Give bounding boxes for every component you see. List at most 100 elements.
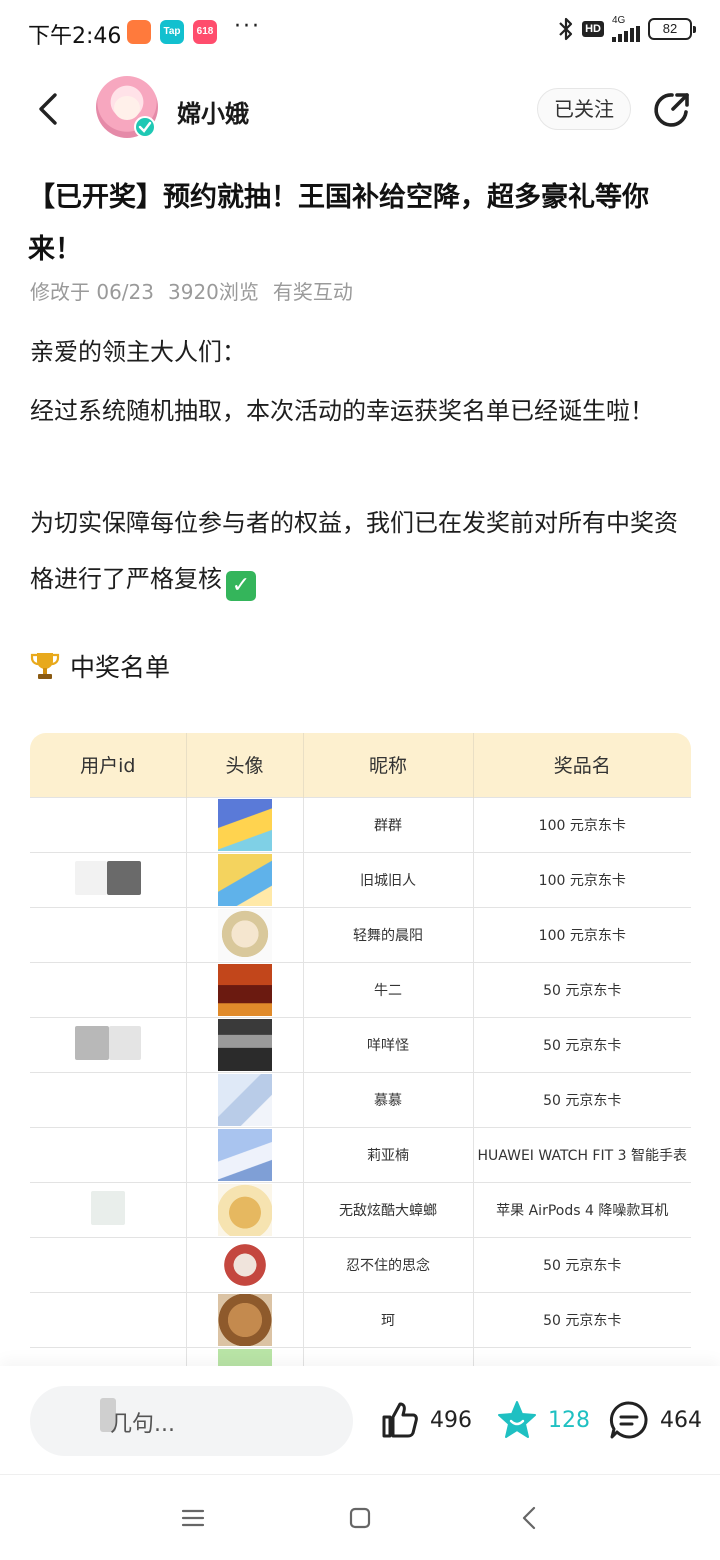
favorite-count: 128 — [548, 1407, 590, 1433]
table-row: 忍不住的思念 50 元京东卡 — [30, 1236, 691, 1292]
chevron-left-icon — [522, 1506, 536, 1530]
nickname-cell: 群群 — [303, 796, 474, 852]
star-icon — [498, 1401, 536, 1438]
table-row: 咩咩怪 50 元京东卡 — [30, 1016, 691, 1072]
nickname-cell: 旧城旧人 — [303, 851, 474, 907]
table-row: 轻舞的晨阳 100 元京东卡 — [30, 906, 691, 962]
thumbs-up-icon — [382, 1402, 418, 1438]
table-row: 莉亚楠 HUAWEI WATCH FIT 3 智能手表 — [30, 1126, 691, 1182]
tap-icon: Tap — [160, 20, 184, 44]
winner-avatar — [217, 908, 272, 961]
winner-avatar — [217, 963, 272, 1016]
recent-apps-button[interactable] — [178, 1503, 208, 1533]
post-header: 嫦小娥 已关注 — [0, 64, 720, 154]
battery-icon: 82 — [648, 18, 696, 40]
avatar-cell — [186, 1236, 304, 1292]
user-id-cell — [30, 906, 187, 962]
announcement-text: 经过系统随机抽取，本次活动的幸运获奖名单已经诞生啦！ — [30, 397, 654, 425]
winners-heading: 中奖名单 — [30, 648, 170, 684]
home-button[interactable] — [345, 1503, 375, 1533]
nickname-cell: 莉亚楠 — [303, 1126, 474, 1182]
comment-input[interactable]: 几句... — [30, 1386, 353, 1456]
nickname-cell: 忍不住的思念 — [303, 1236, 474, 1292]
header-avatar: 头像 — [186, 733, 304, 797]
like-button[interactable]: 496 — [380, 1396, 472, 1444]
nickname-cell: 轻舞的晨阳 — [303, 906, 474, 962]
menu-icon — [181, 1509, 205, 1527]
comment-count: 464 — [660, 1407, 702, 1433]
share-icon — [654, 93, 689, 127]
game-618-icon: 618 — [193, 20, 217, 44]
comment-icon — [609, 1401, 648, 1439]
modified-date: 修改于 06/23 — [30, 280, 154, 304]
hd-badge: HD — [582, 21, 604, 37]
table-row: 牛二 50 元京东卡 — [30, 961, 691, 1017]
winner-avatar — [217, 1073, 272, 1126]
post-tag[interactable]: 有奖互动 — [273, 276, 353, 305]
avatar-cell — [186, 1181, 304, 1237]
favorite-button[interactable]: 128 — [496, 1396, 590, 1444]
bluetooth-icon — [559, 17, 573, 41]
prize-cell: 苹果 AirPods 4 降噪款耳机 — [473, 1181, 691, 1237]
user-id-cell — [30, 1236, 187, 1292]
winners-heading-label: 中奖名单 — [70, 653, 171, 682]
author-name[interactable]: 嫦小娥 — [177, 94, 249, 129]
winner-avatar — [217, 1293, 272, 1346]
winner-avatar — [217, 1128, 272, 1181]
table-row: 珂 50 元京东卡 — [30, 1291, 691, 1347]
prize-cell: 100 元京东卡 — [473, 906, 691, 962]
check-mark-icon: ✓ — [226, 571, 256, 601]
prize-cell: 50 元京东卡 — [473, 961, 691, 1017]
post-meta: 修改于 06/23 3920浏览 有奖互动 — [30, 276, 353, 305]
user-id-cell — [30, 1181, 187, 1237]
chevron-left-icon — [39, 93, 57, 125]
user-id-cell — [30, 851, 187, 907]
user-id-cell — [30, 961, 187, 1017]
review-text-body: 为切实保障每位参与者的权益，我们已在发奖前对所有中奖资格进行了严格复核 — [30, 509, 678, 593]
winner-avatar — [217, 798, 272, 851]
prize-cell: 50 元京东卡 — [473, 1071, 691, 1127]
user-id-cell — [30, 796, 187, 852]
taobao-icon — [127, 20, 151, 44]
back-button[interactable] — [28, 86, 68, 132]
user-id-cell — [30, 1126, 187, 1182]
greeting-text: 亲爱的领主大人们： — [30, 338, 246, 366]
system-back-button[interactable] — [514, 1503, 544, 1533]
header-prize: 奖品名 — [473, 733, 691, 797]
follow-button[interactable]: 已关注 — [537, 88, 631, 130]
table-header-row: 用户id 头像 昵称 奖品名 — [30, 733, 691, 797]
view-count: 3920浏览 — [168, 280, 259, 304]
user-id-cell — [30, 1291, 187, 1347]
like-count: 496 — [430, 1407, 472, 1433]
user-id-cell — [30, 1016, 187, 1072]
prize-cell: HUAWEI WATCH FIT 3 智能手表 — [473, 1126, 691, 1182]
post-detail-page: 下午2:46 Tap 618 ··· HD 4G 82 嫦小娥 已关注 【已开奖… — [0, 0, 720, 1560]
status-bar: 下午2:46 Tap 618 ··· HD 4G 82 — [0, 0, 720, 64]
post-title: 【已开奖】预约就抽！王国补给空降，超多豪礼等你来！ — [28, 182, 649, 265]
avatar-cell — [186, 961, 304, 1017]
winners-table: 用户id 头像 昵称 奖品名 群群 100 元京东卡 旧城旧人 100 元京东卡… — [30, 733, 691, 1369]
status-time: 下午2:46 — [28, 24, 122, 49]
header-nickname: 昵称 — [303, 733, 474, 797]
review-text: 为切实保障每位参与者的权益，我们已在发奖前对所有中奖资格进行了严格复核 ✓ — [30, 495, 690, 607]
user-id-cell — [30, 1071, 187, 1127]
avatar-cell — [186, 851, 304, 907]
prize-cell: 50 元京东卡 — [473, 1236, 691, 1292]
header-user-id: 用户id — [30, 733, 187, 797]
prize-cell: 100 元京东卡 — [473, 851, 691, 907]
action-bar: 几句... 496 128 464 — [0, 1366, 720, 1474]
avatar-cell — [186, 906, 304, 962]
table-row: 旧城旧人 100 元京东卡 — [30, 851, 691, 907]
comment-placeholder: 几句... — [110, 1412, 175, 1437]
share-button[interactable] — [650, 88, 694, 132]
prize-cell: 100 元京东卡 — [473, 796, 691, 852]
comment-button[interactable]: 464 — [608, 1396, 702, 1444]
nickname-cell: 无敌炫酷大蟑螂 — [303, 1181, 474, 1237]
avatar-cell — [186, 1016, 304, 1072]
square-icon — [349, 1507, 371, 1529]
avatar-cell — [186, 796, 304, 852]
table-row: 慕慕 50 元京东卡 — [30, 1071, 691, 1127]
avatar-cell — [186, 1071, 304, 1127]
prize-cell: 50 元京东卡 — [473, 1016, 691, 1072]
prize-cell: 50 元京东卡 — [473, 1291, 691, 1347]
